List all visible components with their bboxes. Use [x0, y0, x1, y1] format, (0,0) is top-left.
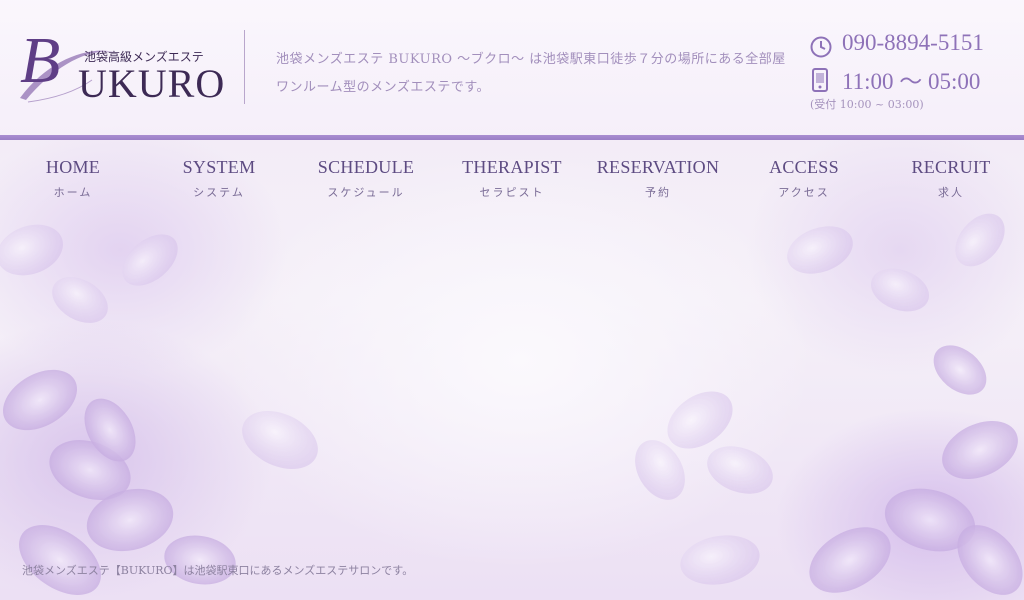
header-description: 池袋メンズエステ BUKURO 〜ブクロ〜 は池袋駅東口徒歩７分の場所にある全部… [276, 52, 786, 95]
main-navigation: HOME ホーム SYSTEM システム SCHEDULE スケジュール THE… [0, 140, 1024, 210]
hours-row: 11:00 ～ 05:00 [806, 62, 1016, 94]
logo-wordmark: UKURO [78, 61, 226, 106]
nav-item-reservation[interactable]: RESERVATION 予約 [588, 156, 728, 200]
logo-letter: B [20, 24, 61, 97]
nav-label: ACCESS [769, 157, 839, 177]
site-header: B 池袋高級メンズエステ UKURO 池袋メンズエステ BUKURO 〜ブクロ〜… [0, 0, 1024, 135]
nav-sublabel: アクセス [778, 186, 830, 199]
nav-item-access[interactable]: ACCESS アクセス [754, 156, 854, 200]
nav-item-home[interactable]: HOME ホーム [28, 156, 118, 200]
nav-label: RESERVATION [596, 157, 720, 177]
nav-sublabel: セラピスト [479, 186, 545, 199]
nav-sublabel: ホーム [53, 186, 93, 199]
clock-icon [810, 36, 832, 63]
nav-sublabel: 求人 [938, 186, 964, 199]
nav-item-recruit[interactable]: RECRUIT 求人 [896, 156, 1006, 200]
mobile-phone-icon [810, 68, 830, 97]
nav-sublabel: スケジュール [327, 186, 405, 199]
nav-item-system[interactable]: SYSTEM システム [164, 156, 274, 200]
nav-item-schedule[interactable]: SCHEDULE スケジュール [306, 156, 426, 200]
nav-label: SCHEDULE [317, 157, 415, 177]
nav-item-therapist[interactable]: THERAPIST セラピスト [452, 156, 572, 200]
nav-label: THERAPIST [462, 157, 562, 177]
nav-sublabel: システム [193, 186, 245, 199]
nav-label: RECRUIT [911, 157, 991, 177]
reception-hours: (受付 10:00 ~ 03:00) [810, 98, 924, 111]
bukuro-logo[interactable]: B 池袋高級メンズエステ UKURO [18, 28, 228, 106]
nav-label: SYSTEM [182, 157, 256, 177]
contact-info: 090-8894-5151 11:00 ～ 05:00 (受付 10:00 ~ … [806, 30, 1016, 111]
phone-row[interactable]: 090-8894-5151 [806, 30, 1016, 62]
business-hours: 11:00 ～ 05:00 [842, 69, 981, 94]
nav-sublabel: 予約 [645, 186, 671, 199]
phone-number[interactable]: 090-8894-5151 [842, 30, 984, 56]
footer-description: 池袋メンズエステ【BUKURO】は池袋駅東口にあるメンズエステサロンです。 [22, 564, 414, 577]
header-divider [244, 30, 245, 104]
nav-label: HOME [45, 157, 101, 177]
